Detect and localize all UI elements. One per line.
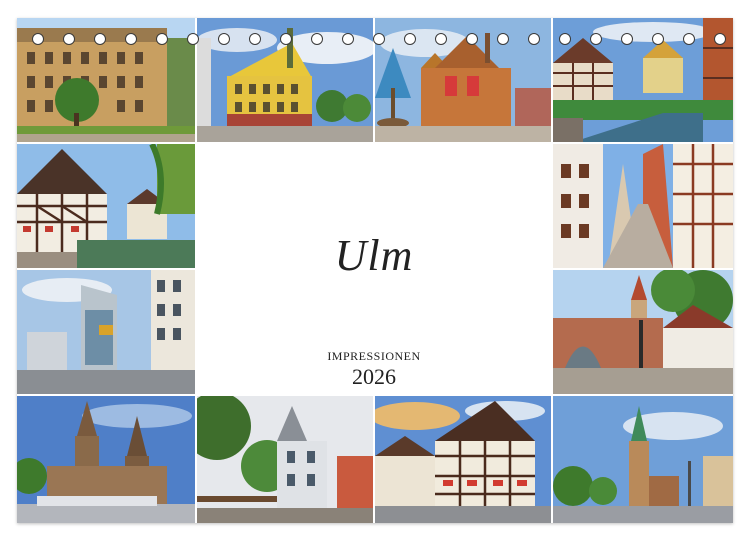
- binding-hole: [125, 33, 137, 45]
- binding-hole: [373, 33, 385, 45]
- binding-hole: [342, 33, 354, 45]
- binding-hole: [32, 33, 44, 45]
- binding-hole: [311, 33, 323, 45]
- photo-minster: [17, 396, 195, 523]
- binding-hole: [280, 33, 292, 45]
- binding-hole: [63, 33, 75, 45]
- binding-hole: [435, 33, 447, 45]
- photo-half-timber-river: [17, 144, 195, 268]
- binding-holes: [17, 33, 733, 47]
- binding-hole: [683, 33, 695, 45]
- calendar-subtitle: IMPRESSIONEN: [327, 349, 421, 363]
- photo-old-town-street: [553, 144, 733, 268]
- photo-gate-fountain: [553, 270, 733, 394]
- binding-hole: [156, 33, 168, 45]
- photo-stepped-gable: [197, 396, 373, 523]
- calendar-cover: Ulm IMPRESSIONEN 2026: [17, 18, 733, 523]
- binding-hole: [249, 33, 261, 45]
- binding-hole: [714, 33, 726, 45]
- calendar-title: Ulm: [334, 231, 414, 280]
- binding-hole: [94, 33, 106, 45]
- binding-hole: [590, 33, 602, 45]
- binding-hole: [187, 33, 199, 45]
- title-panel: Ulm IMPRESSIONEN 2026: [197, 144, 551, 394]
- photo-crooked-house: [375, 396, 551, 523]
- binding-hole: [497, 33, 509, 45]
- calendar-year: 2026: [352, 364, 396, 389]
- photo-modern-buildings: [17, 270, 195, 394]
- photo-church-tower: [553, 396, 733, 523]
- binding-hole: [559, 33, 571, 45]
- binding-hole: [652, 33, 664, 45]
- binding-hole: [621, 33, 633, 45]
- binding-hole: [404, 33, 416, 45]
- binding-hole: [466, 33, 478, 45]
- binding-hole: [218, 33, 230, 45]
- binding-hole: [528, 33, 540, 45]
